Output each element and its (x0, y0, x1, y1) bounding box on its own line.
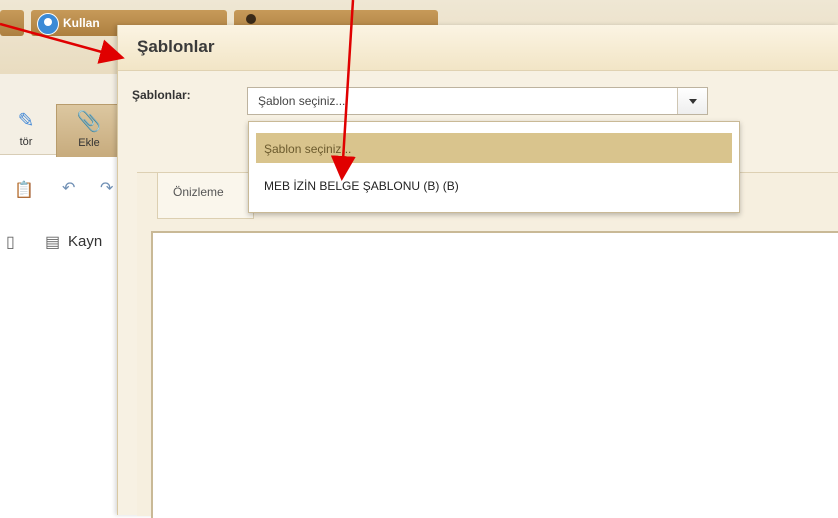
undo-icon[interactable]: ↶ (62, 178, 75, 198)
tab-panel: Önizleme (137, 172, 838, 518)
ribbon-editor-label: tör (19, 136, 33, 148)
template-dropdown-list: Şablon seçiniz... MEB İZİN BELGE ŞABLONU… (248, 121, 740, 213)
source-button-label[interactable]: Kayn (68, 233, 102, 250)
paste-icon[interactable]: 📋 (14, 180, 34, 200)
option-label: MEB İZİN BELGE ŞABLONU (B) (B) (264, 179, 459, 193)
tab-preview[interactable]: Önizleme (157, 173, 254, 219)
template-select[interactable]: Şablon seçiniz... (247, 87, 708, 115)
source-icon[interactable]: ▤ (45, 232, 60, 252)
user-tab-label: Kullan (63, 16, 100, 30)
header-tab-left[interactable] (0, 10, 24, 36)
ribbon-ekle-label: Ekle (78, 137, 100, 149)
paperclip-icon: 📎 (76, 111, 102, 133)
ribbon-editor-button[interactable]: ✎ tör (0, 104, 52, 156)
dialog-title: Şablonlar (137, 37, 215, 56)
user-avatar-icon (37, 13, 59, 35)
ribbon-ekle-button[interactable]: 📎 Ekle (56, 104, 122, 157)
templates-dialog: Şablonlar Şablonlar: Şablon seçiniz... Ö… (117, 25, 838, 518)
redo-icon[interactable]: ↷ (100, 178, 113, 198)
editor-toolbar-row2: ▯ ▤ Kayn (0, 228, 120, 256)
dropdown-option-placeholder[interactable]: Şablon seçiniz... (256, 133, 732, 163)
editor-icon: ✎ (17, 110, 35, 132)
templates-field-label: Şablonlar: (132, 88, 191, 102)
person-icon (246, 14, 256, 24)
dropdown-option-meb-template[interactable]: MEB İZİN BELGE ŞABLONU (B) (B) (256, 170, 732, 200)
template-select-value: Şablon seçiniz... (258, 94, 346, 108)
block-icon[interactable]: ▯ (6, 232, 15, 252)
chevron-down-icon[interactable] (677, 88, 707, 114)
dialog-titlebar[interactable]: Şablonlar (118, 25, 838, 71)
tab-preview-label: Önizleme (173, 185, 224, 199)
editor-canvas (0, 256, 118, 515)
option-label: Şablon seçiniz... (264, 142, 352, 156)
preview-frame (151, 231, 838, 518)
ribbon: ✎ tör 📎 Ekle (0, 74, 122, 157)
editor-toolbar: 📋 ↶ ↷ (0, 176, 120, 204)
